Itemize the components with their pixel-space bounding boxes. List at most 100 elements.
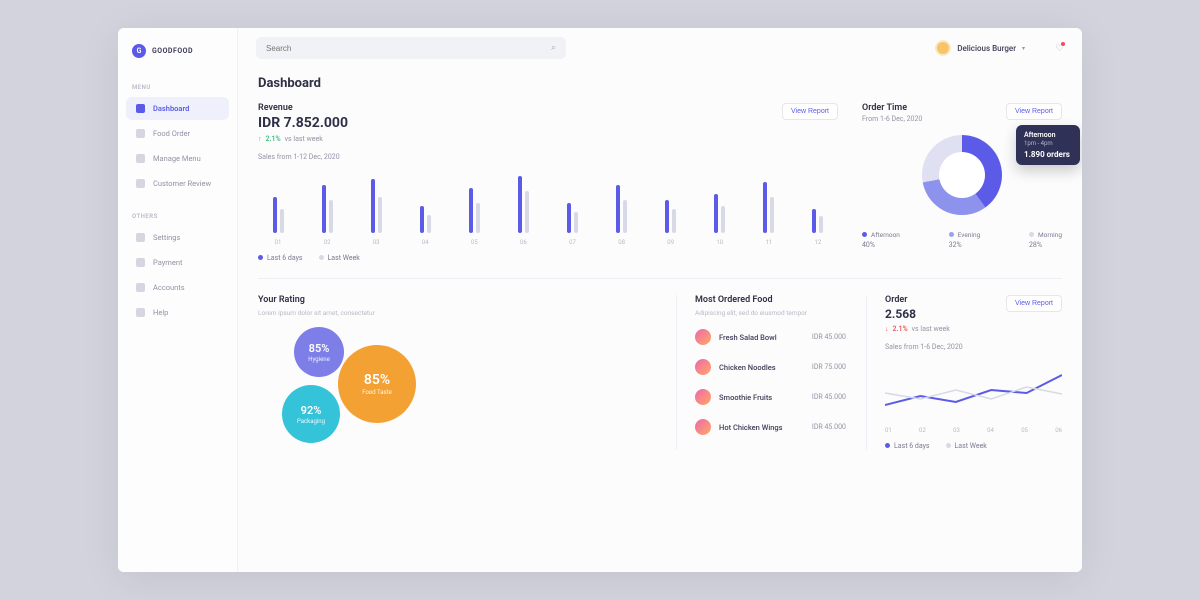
- revenue-sub: Sales from 1-12 Dec, 2020: [258, 153, 838, 161]
- food-image: [695, 389, 711, 405]
- divider: [258, 278, 1062, 279]
- order-trend-pct: 2.1%: [893, 325, 908, 333]
- rating-title: Your Rating: [258, 295, 656, 305]
- legend-dot-icon: [319, 255, 324, 260]
- search-box[interactable]: ⌕: [256, 37, 566, 59]
- tooltip-title: Afternoon: [1024, 131, 1072, 139]
- legend-dot-icon: [946, 443, 951, 448]
- rating-card: Your Rating Lorem ipsum dolor sit amet, …: [258, 295, 656, 450]
- view-report-button[interactable]: View Report: [782, 103, 838, 120]
- legend-label: Last Week: [955, 442, 987, 450]
- food-name: Hot Chicken Wings: [719, 423, 804, 432]
- revenue-value: IDR 7.852.000: [258, 115, 348, 131]
- page-title: Dashboard: [258, 76, 1062, 91]
- sidebar-item-customer-review[interactable]: Customer Review: [126, 172, 229, 195]
- bubble-hygiene: 85% Hygiene: [294, 327, 344, 377]
- food-price: IDR 75.000: [812, 363, 846, 371]
- sidebar-item-label: Payment: [153, 258, 182, 267]
- accounts-icon: [136, 283, 145, 292]
- tooltip-sub: 1pm - 4pm: [1024, 140, 1072, 147]
- sidebar-item-food-order[interactable]: Food Order: [126, 122, 229, 145]
- revenue-card: Revenue IDR 7.852.000 ↑ 2.1% vs last wee…: [258, 103, 838, 262]
- list-item[interactable]: Smoothie Fruits IDR 45.000: [695, 389, 846, 405]
- bubble-value: 92%: [301, 404, 322, 417]
- legend-label: Afternoon: [871, 231, 900, 239]
- food-price: IDR 45.000: [812, 333, 846, 341]
- rating-sub: Lorem ipsum dolor sit amet, consectetur: [258, 309, 656, 317]
- user-name: Delicious Burger: [957, 44, 1016, 53]
- help-icon: [136, 308, 145, 317]
- revenue-trend-note: vs last week: [285, 135, 323, 143]
- notification-icon[interactable]: ♡: [1055, 43, 1064, 54]
- order-legend: Last 6 days Last Week: [885, 442, 1062, 450]
- sidebar-item-label: Food Order: [153, 129, 190, 138]
- main-area: ⌕ Delicious Burger ▾ ♡ Dashboard Revenue…: [238, 28, 1082, 572]
- sidebar: G GOODFOOD MENU Dashboard Food Order Man…: [118, 28, 238, 572]
- legend-dot-icon: [1029, 232, 1034, 237]
- legend-label: Last 6 days: [894, 442, 930, 450]
- legend-label: Last 6 days: [267, 254, 303, 262]
- view-report-button[interactable]: View Report: [1006, 295, 1062, 312]
- food-order-icon: [136, 129, 145, 138]
- most-ordered-card: Most Ordered Food Adipiscing elit, sed d…: [676, 295, 846, 450]
- food-name: Smoothie Fruits: [719, 393, 804, 402]
- bubble-food-taste: 85% Food Taste: [338, 345, 416, 423]
- legend-label: Morning: [1038, 231, 1062, 239]
- bubble-packaging: 92% Packaging: [282, 385, 340, 443]
- list-item[interactable]: Hot Chicken Wings IDR 45.000: [695, 419, 846, 435]
- order-line-chart: [885, 363, 1062, 423]
- sidebar-item-manage-menu[interactable]: Manage Menu: [126, 147, 229, 170]
- legend-pct: 32%: [949, 241, 981, 249]
- food-price: IDR 45.000: [812, 423, 846, 431]
- topbar: ⌕ Delicious Burger ▾ ♡: [238, 28, 1082, 68]
- legend-label: Last Week: [328, 254, 360, 262]
- payment-icon: [136, 258, 145, 267]
- legend-dot-icon: [862, 232, 867, 237]
- revenue-trend-pct: 2.1%: [266, 135, 281, 143]
- search-input[interactable]: [266, 44, 551, 53]
- donut-wrap: Afternoon 1pm - 4pm 1.890 orders: [862, 135, 1062, 215]
- list-item[interactable]: Chicken Noodles IDR 75.000: [695, 359, 846, 375]
- avatar: [935, 40, 951, 56]
- order-time-legend: Afternoon40% Evening32% Morning28%: [862, 231, 1062, 249]
- sidebar-item-settings[interactable]: Settings: [126, 226, 229, 249]
- dashboard-icon: [136, 104, 145, 113]
- most-ordered-sub: Adipiscing elit, sed do eiusmod tempor: [695, 309, 846, 317]
- order-time-card: Order Time From 1-6 Dec, 2020 View Repor…: [862, 103, 1062, 262]
- food-name: Chicken Noodles: [719, 363, 804, 372]
- sidebar-item-label: Help: [153, 308, 168, 317]
- food-price: IDR 45.000: [812, 393, 846, 401]
- sidebar-item-help[interactable]: Help: [126, 301, 229, 324]
- legend-pct: 40%: [862, 241, 900, 249]
- sidebar-item-dashboard[interactable]: Dashboard: [126, 97, 229, 120]
- bubble-label: Packaging: [297, 418, 325, 425]
- gear-icon: [136, 233, 145, 242]
- sidebar-item-payment[interactable]: Payment: [126, 251, 229, 274]
- sidebar-item-label: Dashboard: [153, 104, 189, 113]
- order-trend-note: vs last week: [912, 325, 950, 333]
- search-icon: ⌕: [551, 43, 556, 53]
- tooltip-value: 1.890 orders: [1024, 150, 1072, 159]
- sidebar-item-accounts[interactable]: Accounts: [126, 276, 229, 299]
- revenue-x-axis: 010203040506070809101112: [258, 239, 838, 246]
- order-x-axis: 010203040506: [885, 427, 1062, 434]
- sidebar-item-label: Settings: [153, 233, 180, 242]
- order-sub: Sales from 1-6 Dec, 2020: [885, 343, 1062, 351]
- brand-name: GOODFOOD: [152, 47, 193, 55]
- sidebar-item-label: Accounts: [153, 283, 185, 292]
- view-report-button[interactable]: View Report: [1006, 103, 1062, 120]
- order-title: Order: [885, 295, 950, 305]
- logo-mark-icon: G: [132, 44, 146, 58]
- bubble-value: 85%: [364, 372, 390, 388]
- list-item[interactable]: Fresh Salad Bowl IDR 45.000: [695, 329, 846, 345]
- sidebar-item-label: Customer Review: [153, 179, 211, 188]
- top-row: Revenue IDR 7.852.000 ↑ 2.1% vs last wee…: [258, 103, 1062, 262]
- app-window: G GOODFOOD MENU Dashboard Food Order Man…: [118, 28, 1082, 572]
- user-menu[interactable]: Delicious Burger ▾: [935, 40, 1025, 56]
- logo: G GOODFOOD: [118, 44, 237, 76]
- review-icon: [136, 179, 145, 188]
- chevron-down-icon: ▾: [1022, 45, 1025, 52]
- food-name: Fresh Salad Bowl: [719, 333, 804, 342]
- rating-bubble-chart: 85% Hygiene 85% Food Taste 92% Packaging: [258, 327, 656, 447]
- legend-dot-icon: [949, 232, 954, 237]
